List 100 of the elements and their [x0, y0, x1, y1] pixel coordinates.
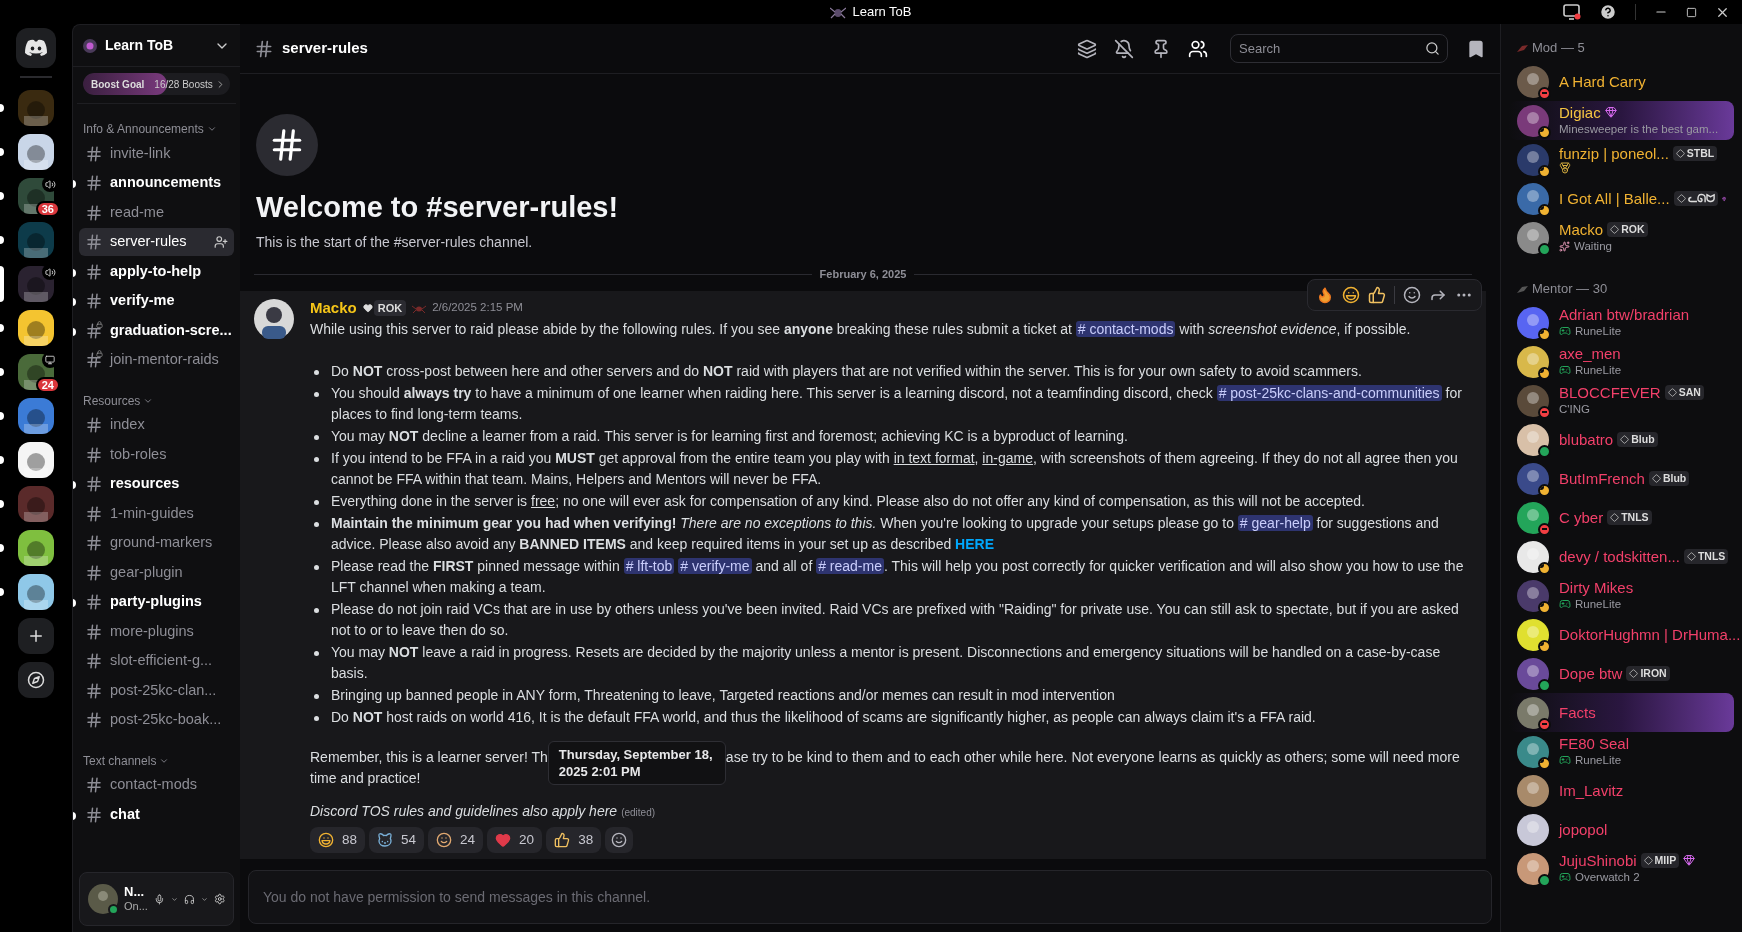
member-item[interactable]: Macko ROK Waiting [1509, 218, 1734, 257]
channel-item[interactable]: index [79, 411, 234, 439]
underlined-link[interactable]: in-game [982, 449, 1033, 466]
channel-mention[interactable]: # verify-me [678, 557, 752, 574]
underlined-link[interactable]: in text format [893, 449, 975, 466]
avatar [1517, 65, 1549, 98]
avatar [1517, 221, 1549, 254]
member-item[interactable]: funzip | poneol... STBL [1509, 140, 1734, 179]
channel-mention[interactable]: # read-me [816, 557, 884, 574]
reaction-button[interactable]: 88 [310, 826, 366, 853]
server-icon[interactable] [18, 442, 54, 478]
maximize-icon[interactable] [1686, 6, 1697, 18]
member-item[interactable]: BLOCCFEVER SAN C'ING [1509, 381, 1734, 420]
channel-mention[interactable]: # gear-help [1237, 514, 1313, 531]
hash-icon [85, 805, 103, 824]
diamond-icon [1610, 513, 1620, 522]
member-item[interactable]: devy / todskitten... TNLS [1509, 537, 1734, 576]
explore-button[interactable] [18, 662, 54, 698]
server-icon[interactable] [18, 310, 54, 346]
channel-name: contact-mods [110, 775, 199, 795]
server-icon[interactable] [18, 134, 54, 170]
author-name[interactable]: Macko [310, 297, 357, 318]
channel-item[interactable]: join-mentor-raids [79, 346, 234, 374]
home-button[interactable] [16, 28, 56, 68]
channel-item[interactable]: read-me [79, 198, 234, 227]
bookmark-icon[interactable] [1466, 38, 1486, 59]
channel-item[interactable]: server-rules [79, 228, 234, 256]
gamepad-icon [1559, 325, 1571, 337]
screen-share-icon[interactable] [1563, 3, 1581, 21]
member-item[interactable]: JujuShinobi MIIP Overwatch 2 [1509, 849, 1734, 888]
link[interactable]: HERE [955, 535, 994, 552]
member-item[interactable]: A Hard Carry [1509, 62, 1734, 101]
reaction-button[interactable]: 24 [428, 826, 484, 853]
server-icon[interactable] [18, 574, 54, 610]
channel-item[interactable]: gear-plugin [79, 558, 234, 587]
category-label[interactable]: Text channels [83, 751, 157, 770]
member-item[interactable]: axe_men RuneLite [1509, 342, 1734, 381]
channel-mention[interactable]: # post-25kc-clans-and-communities [1216, 384, 1442, 401]
flame-icon[interactable] [1316, 285, 1334, 304]
boost-goal-bar[interactable]: Boost Goal 16/28 Boosts [83, 73, 230, 95]
add-server-button[interactable] [18, 618, 54, 654]
server-icon[interactable] [18, 530, 54, 566]
channel-item[interactable]: apply-to-help [79, 257, 234, 286]
message-input[interactable]: You do not have permission to send messages in this channel. [248, 870, 1492, 924]
add-reaction-button[interactable] [605, 826, 634, 853]
channel-mention[interactable]: # contact-mods [1075, 320, 1176, 337]
channel-name: slot-efficient-g... [110, 651, 214, 671]
invite-icon[interactable] [214, 235, 228, 249]
channel-item[interactable]: slot-efficient-g... [79, 647, 234, 675]
reaction-button[interactable]: 38 [546, 826, 602, 853]
reaction-button[interactable]: 20 [487, 826, 543, 853]
member-item[interactable]: Im_Lavitz [1509, 771, 1734, 810]
channel-item[interactable]: party-plugins [79, 588, 234, 616]
member-item[interactable]: ButImFrench Blub [1509, 459, 1734, 498]
member-item[interactable]: I Got All | Balle... ᓚᘏᗢ [1509, 179, 1734, 218]
help-icon[interactable] [1599, 3, 1617, 21]
avatar [1517, 540, 1549, 573]
channel-item[interactable]: more-plugins [79, 617, 234, 646]
medal-icon [1559, 162, 1571, 174]
channel-item[interactable]: contact-mods [79, 771, 234, 799]
laughing-face-icon[interactable] [1342, 285, 1360, 304]
member-name: Macko [1559, 220, 1604, 238]
channel-item[interactable]: 1-min-guides [79, 499, 234, 528]
channel-mention[interactable]: # lft-tob [623, 557, 675, 574]
channel-item[interactable]: graduation-scre... [79, 316, 234, 345]
member-item[interactable]: C yber TNLS [1509, 498, 1734, 537]
channel-item[interactable]: resources [79, 470, 234, 498]
pin-icon[interactable] [1151, 38, 1171, 59]
member-item[interactable]: Dirty Mikes RuneLite [1509, 576, 1734, 615]
search-field[interactable]: Search [1230, 34, 1448, 63]
reaction-button[interactable]: 54 [369, 826, 425, 853]
member-item[interactable]: jopopol [1509, 810, 1734, 849]
muted-bell-icon[interactable] [1114, 38, 1134, 59]
hash-icon [85, 233, 103, 251]
channel-item[interactable]: ground-markers [79, 529, 234, 557]
channel-item[interactable]: announcements [79, 169, 234, 197]
member-item[interactable]: Adrian btw/bradrian RuneLite [1509, 303, 1734, 342]
member-item[interactable]: FE80 Seal RuneLite [1509, 732, 1734, 771]
channel-item[interactable]: invite-link [79, 139, 234, 168]
threads-icon[interactable] [1077, 38, 1097, 59]
category-label[interactable]: Resources [83, 391, 141, 410]
member-item[interactable]: Dope btw IRON [1509, 654, 1734, 693]
server-icon[interactable] [18, 398, 54, 434]
channel-item[interactable]: post-25kc-clan... [79, 676, 234, 705]
members-icon[interactable] [1188, 38, 1208, 59]
member-name: Digiac [1559, 103, 1601, 121]
member-item[interactable]: blubatro Blub [1509, 420, 1734, 459]
add-reaction-icon[interactable] [1403, 285, 1421, 304]
channel-item[interactable]: tob-roles [79, 440, 234, 469]
channel-item[interactable]: post-25kc-boak... [79, 706, 234, 734]
rule-text: Please do not join raid VCs that are in use by others unless you've been invited. Raid VCs are prefixed with "Raiding" for private use. You can still ask to spectate, but if you are asked not to or to leave then do so. [331, 599, 1460, 640]
gamepad-icon [1559, 871, 1571, 883]
role-icon [1517, 284, 1528, 294]
category-label[interactable]: Info & Announcements [83, 120, 204, 138]
channel-item[interactable]: verify-me [79, 287, 234, 315]
bullet [314, 521, 319, 527]
channel-item[interactable]: chat [79, 800, 234, 829]
member-name: devy / todskitten... [1559, 548, 1680, 565]
thumbs-up-icon[interactable] [1368, 285, 1386, 304]
edited-label: (edited) [621, 805, 656, 820]
